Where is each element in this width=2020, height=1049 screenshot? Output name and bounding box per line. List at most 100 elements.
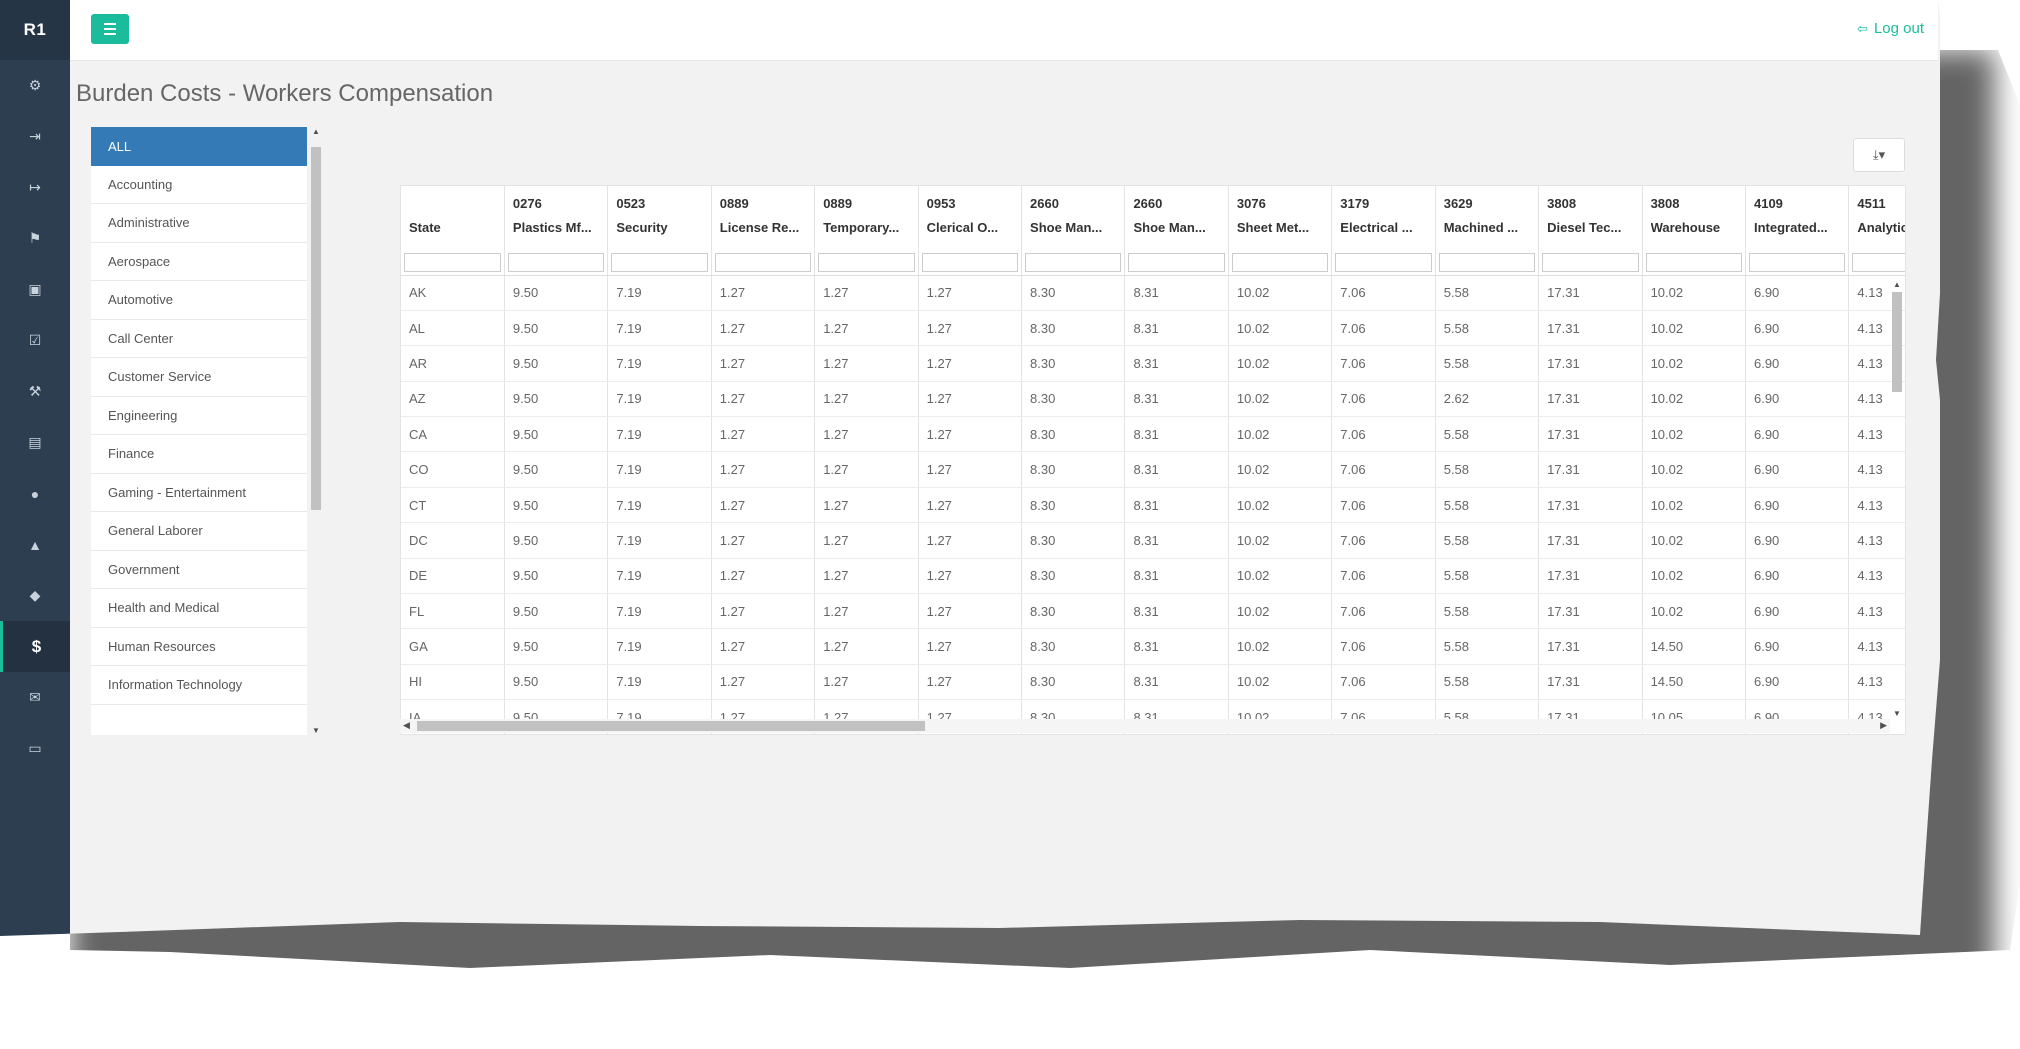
column-filter-input[interactable] — [507, 252, 605, 272]
category-scrollbar[interactable]: ▲ ▼ — [308, 127, 322, 735]
column-code: 3076 — [1236, 196, 1266, 211]
column-header[interactable]: 4109 Integrated... — [1745, 186, 1850, 250]
sidebar-item-flag[interactable]: ⚑ — [0, 213, 70, 264]
sidebar-item-sign-out[interactable]: ↦ — [0, 162, 70, 213]
column-filter-input[interactable] — [611, 252, 708, 272]
list-item[interactable]: Information Technology — [91, 666, 307, 705]
column-header[interactable]: 3629 Machined ... — [1435, 186, 1540, 250]
sidebar-item-wrench[interactable]: ⚒ — [0, 366, 70, 417]
sidebar-item-sign-in[interactable]: ⇥ — [0, 111, 70, 162]
list-item[interactable]: Finance — [91, 435, 307, 474]
sidebar-item-briefcase[interactable]: ▣ — [0, 264, 70, 315]
column-filter-input[interactable] — [1025, 252, 1122, 272]
column-filter-input[interactable] — [1128, 252, 1225, 272]
rate-cell: 17.31 — [1538, 522, 1643, 559]
table-row[interactable]: AR 9.50 7.19 1.27 1.27 1.27 8.30 8.31 10.02 7.06 5… — [401, 345, 1905, 382]
list-item[interactable]: Accounting — [91, 165, 307, 204]
sidebar-item-folder[interactable]: ▭ — [0, 723, 70, 774]
rate-cell: 1.27 — [918, 628, 1023, 665]
list-item[interactable]: ALL — [91, 127, 307, 166]
table-row[interactable]: CT 9.50 7.19 1.27 1.27 1.27 8.30 8.31 10.02 7.06 5… — [401, 487, 1905, 524]
list-item[interactable]: Call Center — [91, 319, 307, 358]
table-row[interactable]: DC 9.50 7.19 1.27 1.27 1.27 8.30 8.31 10.02 7.06 5… — [401, 522, 1905, 559]
column-name: Security — [616, 220, 668, 235]
list-item[interactable]: Government — [91, 550, 307, 589]
table-row[interactable]: CO 9.50 7.19 1.27 1.27 1.27 8.30 8.31 10.02 7.06 5… — [401, 451, 1905, 488]
column-filter-input[interactable] — [1852, 252, 1905, 272]
column-filter-input[interactable] — [1438, 252, 1536, 272]
table-row[interactable]: DE 9.50 7.19 1.27 1.27 1.27 8.30 8.31 10.02 7.06 5… — [401, 558, 1905, 595]
scroll-up-icon[interactable]: ▲ — [1893, 280, 1901, 289]
table-row[interactable]: AK 9.50 7.19 1.27 1.27 1.27 8.30 8.31 10.02 7.06 5… — [401, 275, 1905, 311]
column-name: Electrical ... — [1340, 220, 1413, 235]
scrollbar-thumb[interactable] — [311, 147, 321, 510]
table-row[interactable]: AZ 9.50 7.19 1.27 1.27 1.27 8.30 8.31 10.02 7.06 2… — [401, 381, 1905, 418]
column-filter-input[interactable] — [1231, 252, 1329, 272]
scroll-right-icon[interactable]: ▶ — [1880, 720, 1887, 731]
scrollbar-thumb[interactable] — [1892, 292, 1902, 392]
scrollbar-thumb[interactable] — [417, 721, 925, 731]
column-header[interactable]: 0889 Temporary... — [814, 186, 919, 250]
column-filter-input[interactable] — [1645, 252, 1742, 272]
table-row[interactable]: AL 9.50 7.19 1.27 1.27 1.27 8.30 8.31 10.02 7.06 5… — [401, 310, 1905, 347]
list-item[interactable]: Customer Service — [91, 358, 307, 397]
column-header[interactable]: 2660 Shoe Man... — [1124, 186, 1229, 250]
column-header[interactable]: 4511 Analytica — [1848, 186, 1905, 250]
sidebar-item-document[interactable]: ▤ — [0, 417, 70, 468]
table-row[interactable]: HI 9.50 7.19 1.27 1.27 1.27 8.30 8.31 10.02 7.06 5… — [401, 664, 1905, 701]
list-item[interactable]: Aerospace — [91, 242, 307, 281]
column-header[interactable]: 2660 Shoe Man... — [1021, 186, 1126, 250]
column-header[interactable]: 0523 Security — [607, 186, 712, 250]
brand-logo[interactable]: R1 — [0, 0, 70, 60]
list-item[interactable]: General Laborer — [91, 512, 307, 551]
list-item[interactable]: Gaming - Entertainment — [91, 473, 307, 512]
column-header[interactable]: 3179 Electrical ... — [1331, 186, 1436, 250]
export-button[interactable]: ⤓▾ — [1853, 138, 1905, 172]
column-filter-input[interactable] — [818, 252, 915, 272]
grid-horizontal-scrollbar[interactable]: ◀ ▶ — [400, 719, 1890, 733]
sidebar-item-envelope[interactable]: ✉ — [0, 672, 70, 723]
column-filter-input[interactable] — [714, 252, 812, 272]
column-filter-input[interactable] — [1542, 252, 1639, 272]
sidebar-item-user[interactable]: ● — [0, 468, 70, 519]
list-item[interactable]: Administrative — [91, 204, 307, 243]
grid-vertical-scrollbar[interactable]: ▲ ▼ — [1890, 280, 1904, 718]
filter-cell — [1745, 250, 1850, 276]
column-header[interactable]: 3808 Diesel Tec... — [1538, 186, 1643, 250]
column-filter-input[interactable] — [404, 252, 501, 272]
list-item[interactable]: Health and Medical — [91, 589, 307, 628]
table-row[interactable]: GA 9.50 7.19 1.27 1.27 1.27 8.30 8.31 10.02 7.06 5… — [401, 628, 1905, 665]
rate-cell: 17.31 — [1538, 451, 1643, 488]
table-row[interactable]: FL 9.50 7.19 1.27 1.27 1.27 8.30 8.31 10.02 7.06 5… — [401, 593, 1905, 630]
column-filter-input[interactable] — [1748, 252, 1846, 272]
sidebar-item-dollar[interactable]: $ — [0, 621, 70, 672]
column-header[interactable]: 3808 Warehouse — [1642, 186, 1746, 250]
column-name: Diesel Tec... — [1547, 220, 1622, 235]
scroll-down-icon[interactable]: ▼ — [1893, 709, 1901, 718]
column-header[interactable]: 0889 License Re... — [711, 186, 816, 250]
table-row[interactable]: CA 9.50 7.19 1.27 1.27 1.27 8.30 8.31 10.02 7.06 5… — [401, 416, 1905, 453]
sidebar-item-check-square[interactable]: ☑ — [0, 315, 70, 366]
rate-cell: 5.58 — [1435, 310, 1540, 347]
column-filter-input[interactable] — [921, 252, 1019, 272]
column-header[interactable]: 3076 Sheet Met... — [1228, 186, 1333, 250]
column-filter-input[interactable] — [1335, 252, 1432, 272]
list-item[interactable]: Engineering — [91, 396, 307, 435]
filter-cell — [1435, 250, 1540, 276]
scroll-up-icon[interactable]: ▲ — [312, 127, 320, 136]
sidebar-item-lock[interactable]: ▲ — [0, 519, 70, 570]
list-item[interactable]: Automotive — [91, 281, 307, 320]
list-item[interactable]: Human Resources — [91, 627, 307, 666]
scroll-down-icon[interactable]: ▼ — [312, 726, 320, 735]
sidebar-item-users[interactable]: ◆ — [0, 570, 70, 621]
scroll-left-icon[interactable]: ◀ — [403, 720, 410, 731]
logout-link[interactable]: ⇦ Log out — [1857, 20, 1924, 37]
sidebar-item-gear[interactable]: ⚙ — [0, 60, 70, 111]
menu-toggle-button[interactable] — [91, 14, 129, 44]
column-header[interactable]: 0276 Plastics Mf... — [504, 186, 609, 250]
column-header[interactable]: 0953 Clerical O... — [918, 186, 1023, 250]
rate-cell: 1.27 — [918, 310, 1023, 347]
column-header[interactable]: State — [401, 186, 505, 250]
rate-cell: 8.31 — [1124, 275, 1229, 311]
rate-cell: 7.19 — [607, 593, 712, 630]
